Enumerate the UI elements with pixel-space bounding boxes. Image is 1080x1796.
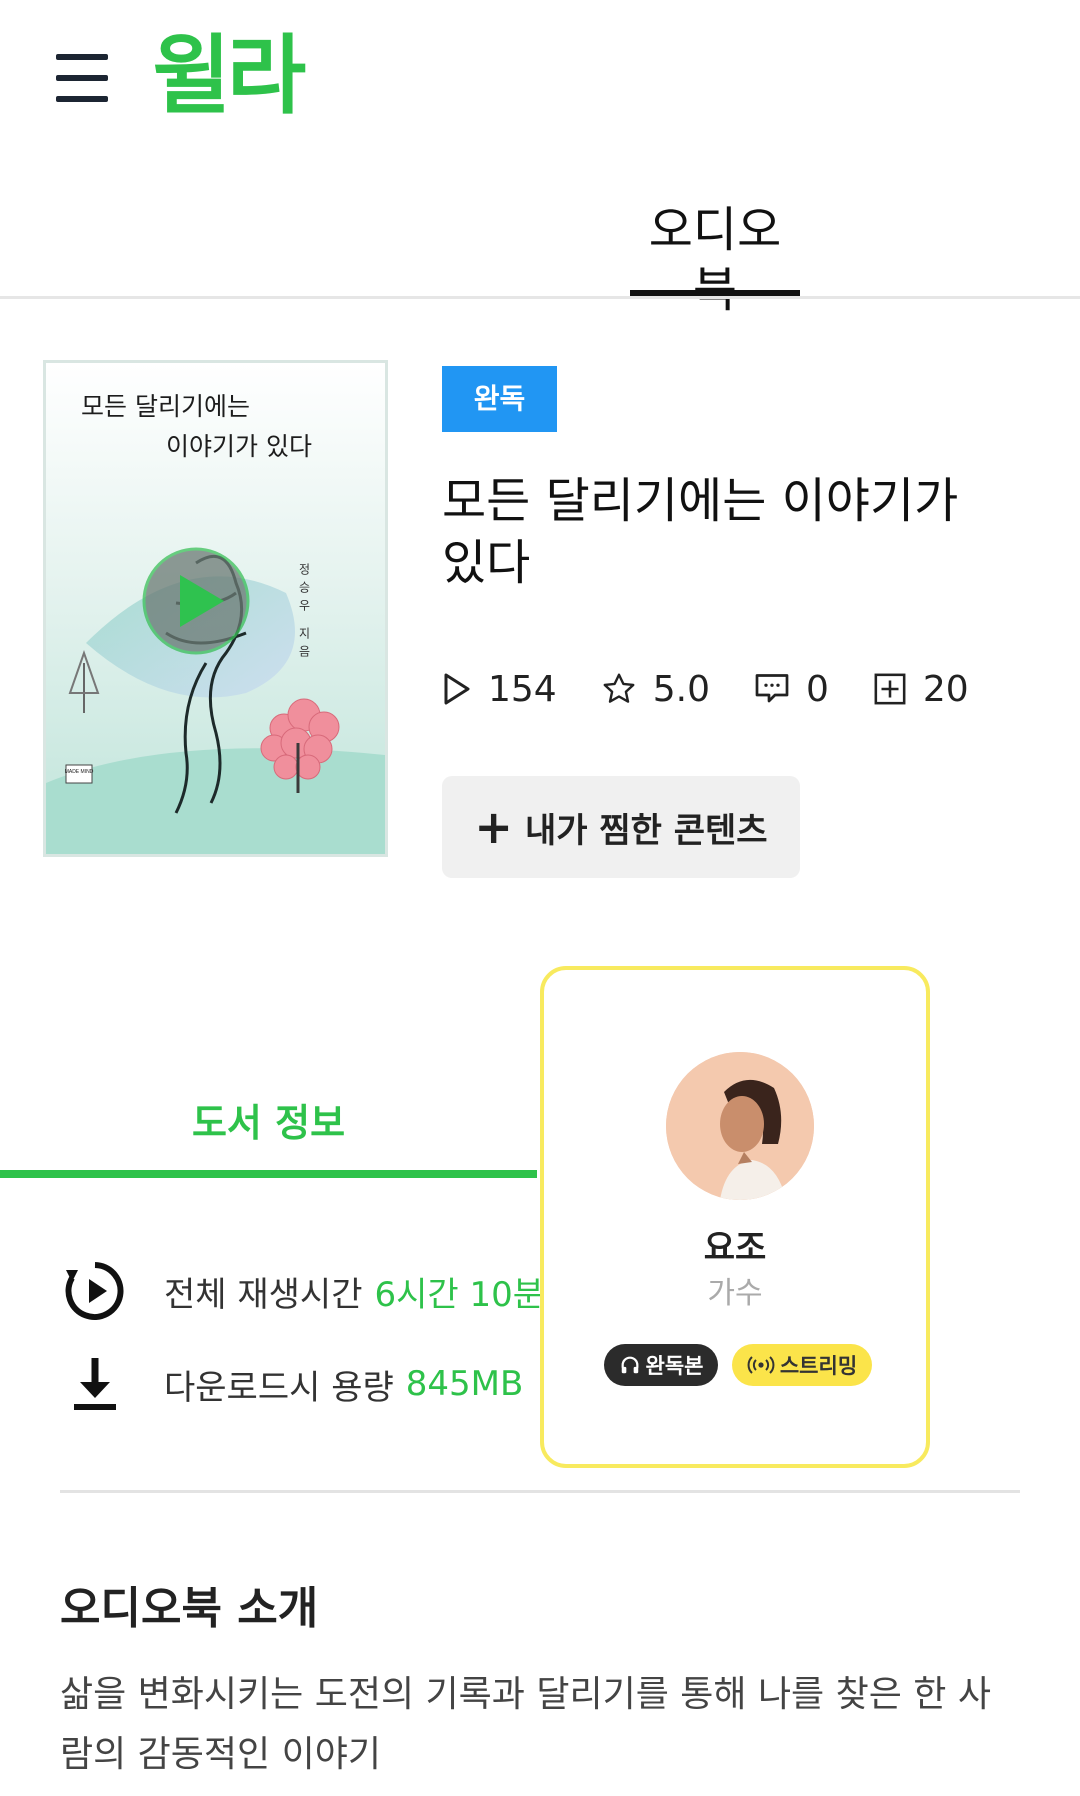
size-label: 다운로드시 용량 [164, 1367, 394, 1408]
book-stats: 154 5.0 0 20 [442, 664, 1013, 714]
add-count-value: 20 [922, 668, 969, 710]
download-icon [74, 1358, 116, 1410]
favorite-button[interactable]: + 내가 찜한 콘텐츠 [442, 776, 800, 878]
rating-value: 5.0 [652, 668, 710, 710]
app-header: 윌라 [0, 0, 1080, 150]
duration-value: 6시간 10분 [374, 1274, 545, 1315]
add-box-icon [874, 673, 906, 705]
comment-count: 0 [805, 668, 829, 710]
book-title: 모든 달리기에는 이야기가 있다 [442, 473, 959, 591]
section-divider [60, 1490, 1020, 1493]
size-value: 845MB [405, 1364, 524, 1404]
chip-full-label: 완독본 [645, 1354, 704, 1378]
tab-book-info[interactable]: 도서 정보 [0, 1092, 537, 1147]
narrator-name: 요조 [703, 1228, 767, 1268]
play-count-value: 154 [488, 668, 557, 710]
chip-streaming[interactable]: 스트리밍 [732, 1344, 872, 1386]
cover-title-line1: 모든 달리기에는 [81, 392, 250, 421]
chip-full-version[interactable]: 완독본 [604, 1344, 718, 1386]
comment-icon [755, 674, 789, 703]
narrator-role: 가수 [707, 1276, 763, 1311]
size-row: 다운로드시 용량 845MB [62, 1354, 523, 1414]
plus-icon: + [474, 800, 513, 854]
book-cover[interactable]: MADE MIND 모든 달리기에는 이야기가 있다 정승우 지음 [43, 360, 388, 857]
star-icon [603, 673, 635, 703]
intro-title: 오디오북 소개 [60, 1583, 319, 1634]
chip-streaming-label: 스트리밍 [779, 1354, 858, 1378]
comments[interactable]: 0 [754, 669, 829, 710]
intro-text: 삶을 변화시키는 도전의 기록과 달리기를 통해 나를 찾은 한 사람의 감동적… [60, 1674, 991, 1775]
add-count[interactable]: 20 [873, 669, 969, 710]
replay-play-icon [65, 1262, 124, 1320]
duration-label: 전체 재생시간 [164, 1274, 363, 1315]
headphones-icon [621, 1356, 638, 1374]
app-logo[interactable]: 윌라 [152, 26, 306, 126]
info-tab-indicator [0, 1170, 537, 1178]
broadcast-icon [747, 1356, 775, 1374]
narrator-avatar [666, 1052, 814, 1200]
favorite-button-label: 내가 찜한 콘텐츠 [524, 810, 768, 851]
cover-title-line2: 이야기가 있다 [166, 432, 312, 461]
narrator-card[interactable]: 요조 가수 완독본 스트리밍 [540, 966, 930, 1468]
play-count: 154 [442, 669, 557, 710]
tab-divider [0, 296, 1080, 299]
cover-author: 정승우 지음 [297, 563, 311, 663]
play-count-icon [444, 673, 470, 705]
tab-audiobook[interactable]: 오디오북 [630, 200, 800, 320]
publisher-mark: MADE MIND [65, 769, 94, 775]
duration-row: 전체 재생시간 6시간 10분 [62, 1258, 544, 1324]
completion-badge: 완독 [442, 366, 557, 432]
menu-icon[interactable] [56, 54, 108, 104]
rating[interactable]: 5.0 [601, 669, 710, 710]
